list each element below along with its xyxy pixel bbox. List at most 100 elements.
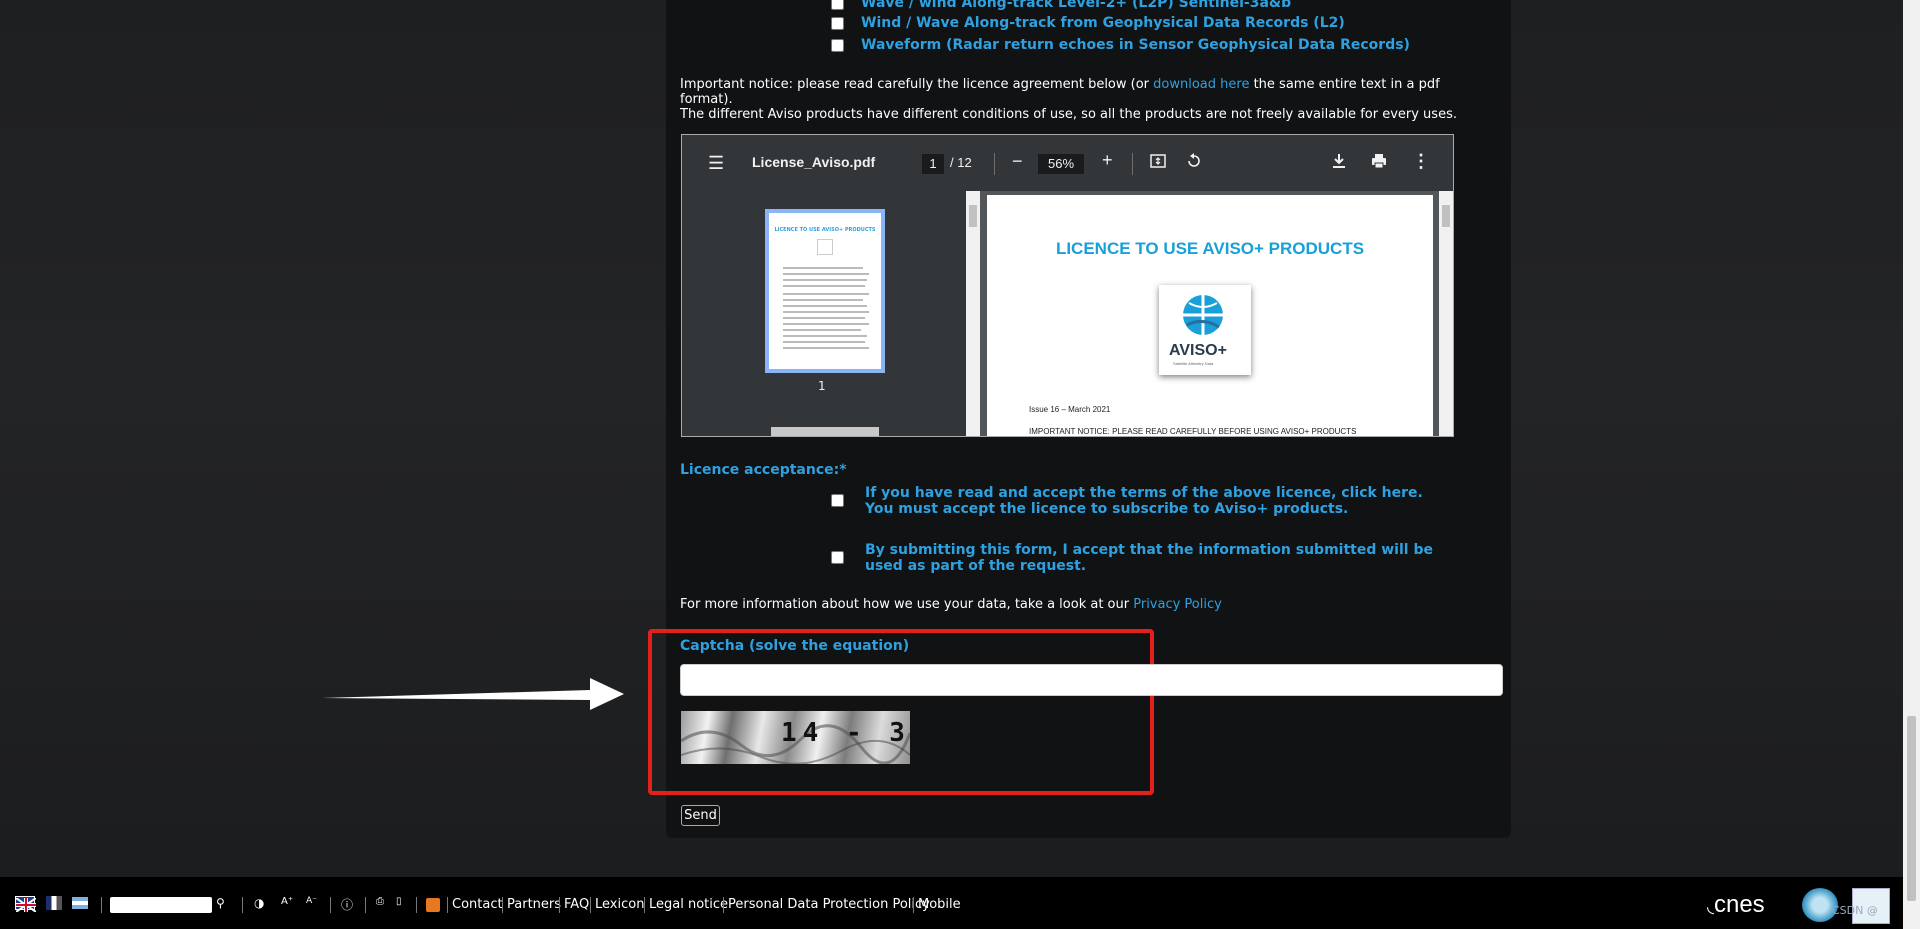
footer-link-partners[interactable]: Partners — [507, 897, 561, 912]
page-thumbnail[interactable]: LICENCE TO USE AVISO+ PRODUCTS — [765, 209, 885, 373]
flag-ar-icon[interactable] — [72, 897, 88, 909]
logo-subtext: Satellite Altimetry Data — [1173, 361, 1214, 366]
pdf-viewer[interactable]: ☰ License_Aviso.pdf 1 / 12 − 56% + ⋮ LIC… — [681, 134, 1454, 437]
thumbnail-line — [783, 299, 863, 301]
page-scrollbar-thumb[interactable] — [1907, 716, 1916, 901]
footer-link-data-protection[interactable]: Personal Data Protection Policy — [728, 897, 930, 912]
cnes-logo[interactable]: ◟cnes — [1707, 891, 1765, 919]
zoom-input[interactable]: 56% — [1038, 154, 1084, 174]
fit-page-icon[interactable] — [1149, 152, 1167, 175]
zoom-in-icon[interactable]: + — [1102, 150, 1113, 171]
watermark: CSDN @ — [1832, 904, 1878, 917]
product-item[interactable]: Waveform (Radar return echoes in Sensor … — [831, 36, 1410, 54]
footer-divider — [590, 897, 591, 913]
captcha-equation: 14 - 3 — [781, 718, 910, 748]
footer-divider — [101, 897, 102, 913]
footer-divider — [447, 897, 448, 913]
footer-link-legal-notice[interactable]: Legal notice — [649, 897, 728, 912]
zoom-out-icon[interactable]: − — [1012, 151, 1023, 172]
logo-text: AVISO+ — [1169, 342, 1227, 359]
print-page-icon[interactable]: ⎙ — [376, 896, 384, 907]
send-button[interactable]: Send — [681, 805, 720, 826]
submit-consent-text[interactable]: By submitting this form, I accept that t… — [865, 542, 1455, 574]
contrast-icon[interactable]: ◑ — [254, 896, 264, 910]
privacy-policy-link[interactable]: Privacy Policy — [1133, 597, 1222, 612]
download-link[interactable]: download here — [1153, 77, 1249, 92]
product-item[interactable]: Wave / wind Along-track Level-2+ (L2P) S… — [831, 0, 1291, 12]
footer-divider — [365, 897, 366, 913]
footer-link-mobile[interactable]: Mobile — [918, 897, 961, 912]
pdf-page: LICENCE TO USE AVISO+ PRODUCTS AVISO+ Sa… — [987, 195, 1433, 436]
page-total: / 12 — [950, 155, 972, 170]
notice-text: Important notice: please read carefully … — [680, 77, 1154, 92]
rss-icon[interactable] — [426, 898, 440, 912]
flag-fr-icon[interactable] — [46, 896, 62, 910]
product-link[interactable]: Waveform (Radar return echoes in Sensor … — [861, 37, 1410, 53]
product-link[interactable]: Wave / wind Along-track Level-2+ (L2P) S… — [861, 0, 1291, 11]
footer-divider — [242, 897, 243, 913]
toolbar-divider — [994, 153, 995, 175]
pdf-page-title: LICENCE TO USE AVISO+ PRODUCTS — [1055, 239, 1365, 258]
cnes-logo-text: cnes — [1713, 891, 1765, 918]
captcha-label: Captcha (solve the equation) — [680, 638, 910, 654]
document-icon[interactable]: ▯ — [396, 896, 402, 907]
thumbnail-line — [783, 323, 869, 325]
privacy-text: For more information about how we use yo… — [680, 597, 1134, 612]
page-thumbnail-2[interactable] — [771, 427, 879, 436]
footer-link-contact[interactable]: Contact — [452, 897, 503, 912]
licence-accept-text[interactable]: If you have read and accept the terms of… — [865, 485, 1455, 517]
thumbnail-line — [783, 279, 867, 281]
pdf-scrollbar[interactable] — [1439, 191, 1453, 436]
print-icon[interactable] — [1370, 152, 1388, 175]
footer-divider — [330, 897, 331, 913]
privacy-info: For more information about how we use yo… — [680, 597, 1222, 612]
pdf-important-notice: IMPORTANT NOTICE: PLEASE READ CAREFULLY … — [1029, 427, 1357, 436]
product-checkbox[interactable] — [831, 0, 844, 10]
download-icon[interactable] — [1331, 152, 1347, 175]
thumbnail-line — [783, 317, 865, 319]
footer-divider — [416, 897, 417, 913]
submit-consent-checkbox[interactable] — [831, 551, 844, 564]
licence-accept-row[interactable]: If you have read and accept the terms of… — [831, 485, 1455, 517]
product-item[interactable]: Wind / Wave Along-track from Geophysical… — [831, 14, 1345, 32]
licence-acceptance-label: Licence acceptance:* — [680, 462, 847, 478]
thumbnail-line — [783, 347, 869, 349]
menu-icon[interactable]: ☰ — [708, 153, 724, 174]
info-icon[interactable]: ⓘ — [341, 896, 353, 913]
thumbnail-title: LICENCE TO USE AVISO+ PRODUCTS — [774, 227, 876, 233]
thumbnail-line — [783, 329, 861, 331]
footer-divider — [723, 897, 724, 913]
thumbnail-sidebar: LICENCE TO USE AVISO+ PRODUCTS 1 — [682, 191, 980, 436]
footer-divider — [644, 897, 645, 913]
footer: ⚲ ◑ A⁺ A⁻ ⓘ ⎙ ▯ Contact Partners FAQ Lex… — [0, 877, 1903, 929]
font-increase-icon[interactable]: A⁺ — [281, 896, 293, 907]
font-decrease-icon[interactable]: A⁻ — [306, 896, 317, 906]
thumbnail-line — [783, 273, 869, 275]
thumbnail-scrollbar[interactable] — [966, 191, 980, 436]
thumbnail-line — [783, 267, 863, 269]
product-link[interactable]: Wind / Wave Along-track from Geophysical… — [861, 15, 1345, 31]
footer-divider — [913, 897, 914, 913]
thumbnail-logo — [817, 239, 833, 255]
captcha-input[interactable] — [680, 664, 1503, 696]
thumbnail-line — [783, 311, 869, 313]
search-icon[interactable]: ⚲ — [216, 896, 225, 910]
footer-link-faq[interactable]: FAQ — [564, 897, 589, 912]
product-checkbox[interactable] — [831, 38, 844, 52]
footer-search-input[interactable] — [110, 897, 212, 913]
more-options-icon[interactable]: ⋮ — [1412, 151, 1430, 172]
flag-uk-icon[interactable] — [15, 896, 37, 913]
submit-consent-row[interactable]: By submitting this form, I accept that t… — [831, 542, 1455, 574]
page-scrollbar[interactable] — [1903, 0, 1920, 929]
product-checkbox[interactable] — [831, 16, 844, 30]
scrollbar-thumb[interactable] — [969, 205, 977, 227]
thumbnail-line — [783, 341, 865, 343]
aviso-logo: AVISO+ Satellite Altimetry Data — [1159, 285, 1251, 375]
rotate-icon[interactable] — [1185, 152, 1203, 175]
notice-line2: The different Aviso products have differ… — [680, 107, 1457, 122]
page-number-input[interactable]: 1 — [922, 154, 944, 174]
thumbnail-line — [783, 293, 869, 295]
footer-link-lexicon[interactable]: Lexicon — [595, 897, 644, 912]
licence-accept-checkbox[interactable] — [831, 494, 844, 507]
scrollbar-thumb[interactable] — [1442, 205, 1450, 227]
